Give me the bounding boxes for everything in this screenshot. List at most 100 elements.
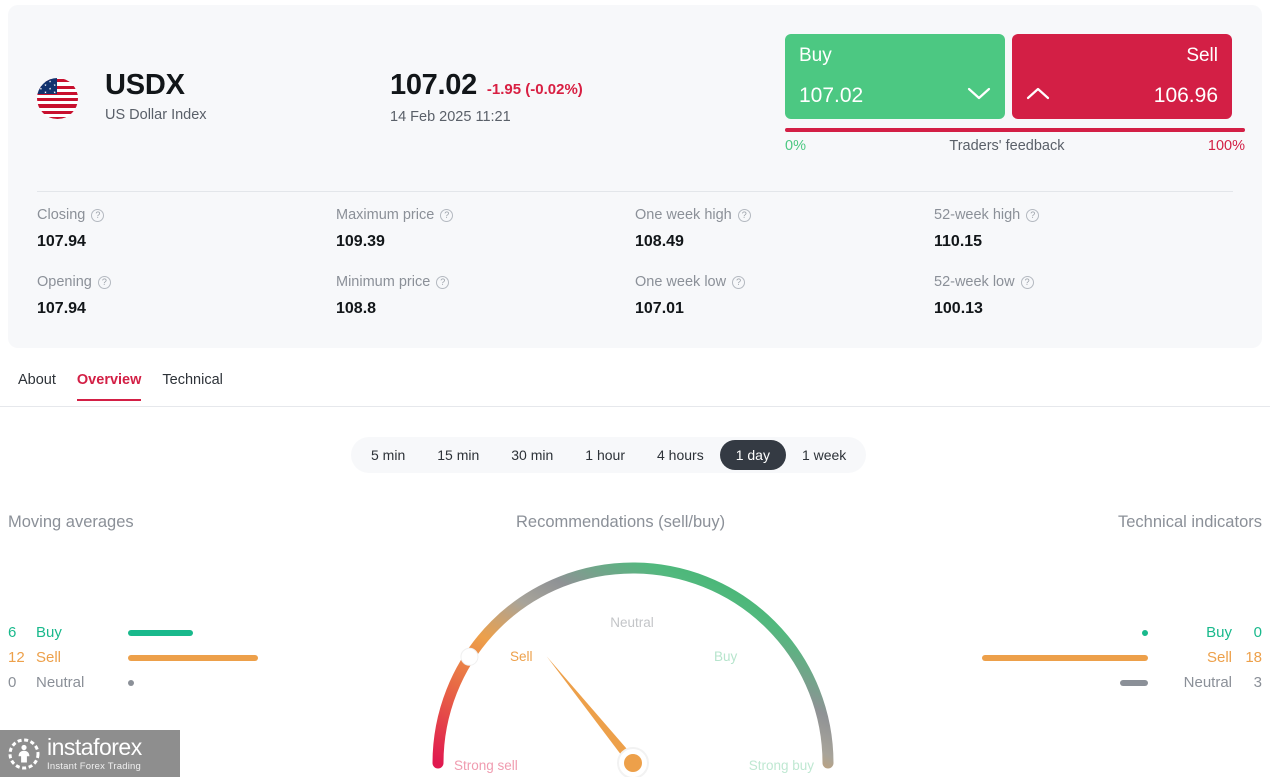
help-icon[interactable]: ? — [1020, 275, 1034, 289]
stat-label: 52-week low? — [934, 274, 1233, 290]
current-price: 107.02 — [390, 69, 477, 101]
technical-indicator-row: Sell 18 — [982, 645, 1262, 670]
timeframe-5-min[interactable]: 5 min — [355, 440, 421, 470]
ma-name: Neutral — [36, 674, 85, 691]
ma-count: 12 — [8, 649, 25, 666]
stat-label-text: 52-week high — [934, 207, 1021, 223]
ti-bar — [1142, 629, 1148, 636]
stat-label-text: Maximum price — [336, 207, 435, 223]
timeframe-1-week[interactable]: 1 week — [786, 440, 862, 470]
buy-price: 107.02 — [799, 84, 864, 107]
stat-label-text: One week high — [635, 207, 732, 223]
stat-cell: Maximum price? 109.39 — [336, 207, 635, 251]
logo-tagline: Instant Forex Trading — [47, 760, 141, 772]
stat-value: 100.13 — [934, 300, 983, 317]
recommendations-gauge: Strong sell Sell Neutral Buy Strong buy — [418, 540, 848, 777]
sell-label: Sell — [1186, 45, 1218, 66]
price-change: -1.95 (-0.02%) — [486, 81, 583, 98]
ti-count: 0 — [1253, 624, 1262, 641]
recommendations-title: Recommendations (sell/buy) — [516, 513, 726, 531]
gauge-label-neutral: Neutral — [610, 615, 654, 630]
stat-cell: One week low? 107.01 — [635, 274, 934, 318]
tab-technical[interactable]: Technical — [162, 372, 222, 400]
ti-count: 18 — [1245, 649, 1262, 666]
ti-count: 3 — [1253, 674, 1262, 691]
ma-count: 6 — [8, 624, 17, 641]
stat-label: Minimum price? — [336, 274, 635, 290]
gauge-label-buy: Buy — [714, 649, 738, 664]
chevron-down-icon — [967, 87, 991, 101]
ti-bar — [1120, 679, 1148, 686]
symbol-block: USDX US Dollar Index — [105, 69, 207, 123]
help-icon[interactable]: ? — [732, 275, 746, 289]
stat-cell: Closing? 107.94 — [37, 207, 336, 251]
stat-label: One week low? — [635, 274, 934, 290]
quote-header: USDX US Dollar Index 107.02 -1.95 (-0.02… — [8, 5, 1262, 192]
timeframe-1-day[interactable]: 1 day — [719, 440, 786, 470]
ti-name: Sell — [1206, 649, 1232, 666]
gauge-arc — [432, 562, 834, 769]
gauge-needle — [546, 656, 637, 766]
stat-value: 108.49 — [635, 233, 684, 250]
trade-box: Buy 107.02 Sell 106.96 0% Traders' feedb… — [785, 34, 1245, 154]
stat-label-text: Opening — [37, 274, 92, 290]
instaforex-gear-icon — [8, 738, 40, 770]
symbol-ticker: USDX — [105, 69, 185, 101]
ma-bar — [128, 654, 258, 661]
panel-divider — [37, 191, 1233, 192]
sell-button[interactable]: Sell 106.96 — [1012, 34, 1232, 119]
price-block: 107.02 -1.95 (-0.02%) 14 Feb 2025 11:21 — [390, 69, 583, 125]
timeframe-1-hour[interactable]: 1 hour — [569, 440, 641, 470]
stat-value: 107.01 — [635, 300, 684, 317]
ti-bar — [982, 654, 1148, 661]
ti-name: Neutral — [1183, 674, 1232, 691]
moving-averages-title: Moving averages — [8, 513, 134, 531]
tab-bar: About Overview Technical — [0, 371, 1270, 407]
timeframe-4-hours[interactable]: 4 hours — [641, 440, 720, 470]
gauge-marker-dot — [460, 647, 479, 666]
gauge-label-strong-buy: Strong buy — [749, 758, 815, 773]
stats-grid: Closing? 107.94 Maximum price? 109.39 One we… — [37, 207, 1233, 318]
ti-name: Buy — [1206, 624, 1232, 641]
help-icon[interactable]: ? — [737, 208, 751, 222]
page-root: USDX US Dollar Index 107.02 -1.95 (-0.02… — [0, 0, 1270, 777]
traders-feedback-bar — [785, 128, 1245, 132]
timeframe-15-min[interactable]: 15 min — [421, 440, 495, 470]
moving-average-row: 0 Neutral — [8, 670, 258, 695]
stat-label-text: 52-week low — [934, 274, 1015, 290]
symbol-description: US Dollar Index — [105, 107, 207, 123]
tab-about[interactable]: About — [18, 372, 56, 400]
us-flag-icon — [37, 78, 78, 119]
logo-name: instaforex — [47, 733, 142, 760]
stat-label: 52-week high? — [934, 207, 1233, 223]
timeframe-30-min[interactable]: 30 min — [495, 440, 569, 470]
chevron-up-icon — [1026, 87, 1050, 101]
help-icon[interactable]: ? — [91, 208, 105, 222]
gauge-label-strong-sell: Strong sell — [454, 758, 518, 773]
buy-button[interactable]: Buy 107.02 — [785, 34, 1005, 119]
moving-average-row: 12 Sell — [8, 645, 258, 670]
stat-value: 107.94 — [37, 233, 86, 250]
stat-label: Maximum price? — [336, 207, 635, 223]
stat-label: One week high? — [635, 207, 934, 223]
buy-label: Buy — [799, 45, 832, 66]
stat-label-text: Closing — [37, 207, 86, 223]
tab-overview[interactable]: Overview — [76, 372, 141, 401]
quote-timestamp: 14 Feb 2025 11:21 — [390, 109, 511, 125]
stat-cell: Minimum price? 108.8 — [336, 274, 635, 318]
moving-averages-list: 6 Buy 12 Sell 0 Neutral — [8, 620, 258, 695]
stat-cell: 52-week low? 100.13 — [934, 274, 1233, 318]
feedback-label: Traders' feedback — [949, 138, 1065, 154]
feedback-sell-percent: 100% — [1207, 138, 1245, 154]
help-icon[interactable]: ? — [1026, 208, 1040, 222]
ma-name: Sell — [36, 649, 62, 666]
feedback-buy-percent: 0% — [785, 138, 806, 154]
help-icon[interactable]: ? — [436, 275, 450, 289]
stat-value: 107.94 — [37, 300, 86, 317]
help-icon[interactable]: ? — [97, 275, 111, 289]
technical-indicators-list: Buy 0 Sell 18 Neutral 3 — [982, 620, 1262, 695]
help-icon[interactable]: ? — [440, 208, 454, 222]
technical-indicator-row: Neutral 3 — [982, 670, 1262, 695]
ma-bar — [128, 629, 193, 636]
stat-value: 110.15 — [934, 233, 983, 250]
